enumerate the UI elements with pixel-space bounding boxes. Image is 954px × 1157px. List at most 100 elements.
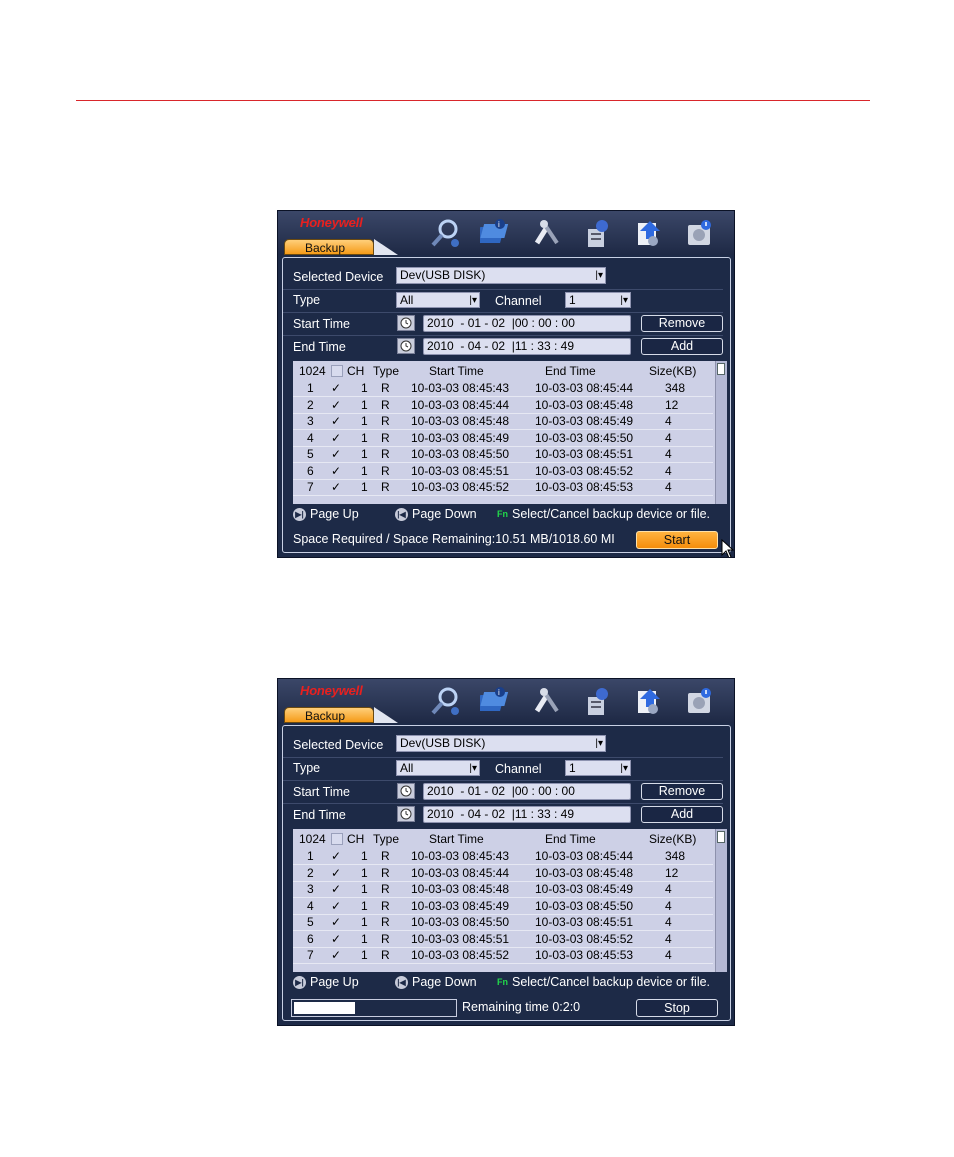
row-checkbox[interactable]: ✓ [331, 931, 341, 947]
add-button[interactable]: Add [641, 806, 723, 823]
type-select[interactable]: All |▾ [396, 760, 480, 776]
row-checkbox[interactable]: ✓ [331, 380, 341, 396]
table-row[interactable]: 3 ✓ 1 R 10-03-03 08:45:48 10-03-03 08:45:49 4 [293, 413, 713, 429]
clock-icon[interactable] [397, 806, 415, 822]
table-cell: 10-03-03 08:45:49 [411, 430, 510, 445]
row-checkbox[interactable]: ✓ [331, 914, 341, 930]
page-down-button[interactable]: |◀ Page Down [395, 507, 477, 521]
table-cell: 10-03-03 08:45:52 [535, 931, 634, 946]
tab-backup[interactable]: Backup [284, 239, 374, 255]
table-cell: 4 [665, 915, 672, 929]
table-cell: R [381, 898, 390, 913]
table-cell: 10-03-03 08:45:51 [535, 447, 634, 461]
scroll-thumb[interactable] [717, 363, 725, 375]
row-checkbox[interactable]: ✓ [331, 397, 341, 413]
search-icon[interactable] [426, 683, 463, 719]
chevron-down-icon: |▾ [595, 738, 603, 749]
row-checkbox[interactable]: ✓ [331, 430, 341, 446]
table-row[interactable]: 1 ✓ 1 R 10-03-03 08:45:43 10-03-03 08:45:44 34… [293, 380, 713, 396]
remove-button[interactable]: Remove [641, 783, 723, 800]
col-size: Size(KB) [649, 832, 697, 846]
type-select[interactable]: All |▾ [396, 292, 480, 308]
table-row[interactable]: 1 ✓ 1 R 10-03-03 08:45:43 10-03-03 08:45:44 34… [293, 848, 713, 864]
clock-icon[interactable] [397, 315, 415, 331]
selected-device-select[interactable]: Dev(USB DISK) |▾ [396, 735, 606, 752]
col-ch: CH [347, 364, 365, 378]
table-row[interactable]: 5 ✓ 1 R 10-03-03 08:45:50 10-03-03 08:45:51 4 [293, 914, 713, 930]
end-time-input[interactable]: 2010 - 04 - 02 |11 : 33 : 49 [423, 338, 631, 355]
row-checkbox[interactable]: ✓ [331, 463, 341, 479]
table-scrollbar[interactable] [715, 829, 727, 972]
table-row[interactable]: 5 ✓ 1 R 10-03-03 08:45:50 10-03-03 08:45:51 4 [293, 446, 713, 462]
select-all-checkbox[interactable] [331, 365, 343, 377]
table-row[interactable]: 6 ✓ 1 R 10-03-03 08:45:51 10-03-03 08:45:52 4 [293, 463, 713, 479]
tools-icon[interactable] [528, 215, 565, 251]
start-time-input[interactable]: 2010 - 01 - 02 |00 : 00 : 00 [423, 783, 631, 800]
scroll-thumb[interactable] [717, 831, 725, 843]
table-cell: 1 [361, 948, 368, 962]
row-checkbox[interactable]: ✓ [331, 413, 341, 429]
table-cell: 12 [665, 865, 679, 880]
col-end-time: End Time [545, 832, 596, 846]
page-up-button[interactable]: ▶| Page Up [293, 975, 359, 989]
user-icon[interactable] [579, 683, 616, 719]
table-row[interactable]: 4 ✓ 1 R 10-03-03 08:45:49 10-03-03 08:45:50 4 [293, 430, 713, 446]
table-row[interactable]: 2 ✓ 1 R 10-03-03 08:45:44 10-03-03 08:45:48 12 [293, 397, 713, 413]
remove-button[interactable]: Remove [641, 315, 723, 332]
table-cell: 1 [361, 480, 368, 494]
select-all-checkbox[interactable] [331, 833, 343, 845]
channel-select[interactable]: 1 |▾ [565, 760, 631, 776]
row-checkbox[interactable]: ✓ [331, 446, 341, 462]
start-time-input[interactable]: 2010 - 01 - 02 |00 : 00 : 00 [423, 315, 631, 332]
page-down-button[interactable]: |◀ Page Down [395, 975, 477, 989]
table-row[interactable]: 7 ✓ 1 R 10-03-03 08:45:52 10-03-03 08:45:53 4 [293, 947, 713, 963]
page-up-button[interactable]: ▶| Page Up [293, 507, 359, 521]
tab-backup[interactable]: Backup [284, 707, 374, 723]
add-button[interactable]: Add [641, 338, 723, 355]
row-checkbox[interactable]: ✓ [331, 848, 341, 864]
table-cell: 10-03-03 08:45:44 [535, 849, 634, 863]
start-button[interactable]: Start [636, 531, 718, 549]
table-cell: 10-03-03 08:45:43 [411, 381, 510, 395]
row-checkbox[interactable]: ✓ [331, 898, 341, 914]
row-checkbox[interactable]: ✓ [331, 881, 341, 897]
table-scrollbar[interactable] [715, 361, 727, 504]
svg-text:i: i [498, 220, 500, 229]
table-row[interactable]: 3 ✓ 1 R 10-03-03 08:45:48 10-03-03 08:45:49 4 [293, 881, 713, 897]
table-row[interactable]: 4 ✓ 1 R 10-03-03 08:45:49 10-03-03 08:45:50 4 [293, 898, 713, 914]
row-divider [293, 963, 713, 964]
table-row[interactable]: 7 ✓ 1 R 10-03-03 08:45:52 10-03-03 08:45:53 4 [293, 479, 713, 495]
end-time-label: End Time [293, 340, 346, 354]
backup-icon[interactable] [630, 215, 667, 251]
stop-button[interactable]: Stop [636, 999, 718, 1017]
channel-label: Channel [495, 762, 542, 776]
tab-edge [374, 707, 398, 723]
backup-icon[interactable] [630, 683, 667, 719]
info-icon[interactable]: i [477, 215, 514, 251]
row-checkbox[interactable]: ✓ [331, 479, 341, 495]
tools-icon[interactable] [528, 683, 565, 719]
row-checkbox[interactable]: ✓ [331, 947, 341, 963]
table-cell: R [381, 931, 390, 946]
type-label: Type [293, 293, 321, 307]
table-row[interactable]: 2 ✓ 1 R 10-03-03 08:45:44 10-03-03 08:45:48 12 [293, 865, 713, 881]
chevron-down-icon: |▾ [595, 270, 603, 281]
table-cell: 6 [307, 463, 314, 478]
clock-icon[interactable] [397, 338, 415, 354]
table-cell: 10-03-03 08:45:48 [535, 865, 634, 880]
channel-select[interactable]: 1 |▾ [565, 292, 631, 308]
selected-device-select[interactable]: Dev(USB DISK) |▾ [396, 267, 606, 284]
clock-icon[interactable] [397, 783, 415, 799]
table-cell: R [381, 915, 390, 929]
table-row[interactable]: 6 ✓ 1 R 10-03-03 08:45:51 10-03-03 08:45:52 4 [293, 931, 713, 947]
table-cell: 10-03-03 08:45:50 [535, 430, 634, 445]
top-menu-bar: Honeywell i Backup [278, 211, 734, 255]
row-checkbox[interactable]: ✓ [331, 865, 341, 881]
disk-icon[interactable] [681, 683, 718, 719]
table-cell: 6 [307, 931, 314, 946]
user-icon[interactable] [579, 215, 616, 251]
info-icon[interactable]: i [477, 683, 514, 719]
end-time-input[interactable]: 2010 - 04 - 02 |11 : 33 : 49 [423, 806, 631, 823]
disk-icon[interactable] [681, 215, 718, 251]
search-icon[interactable] [426, 215, 463, 251]
